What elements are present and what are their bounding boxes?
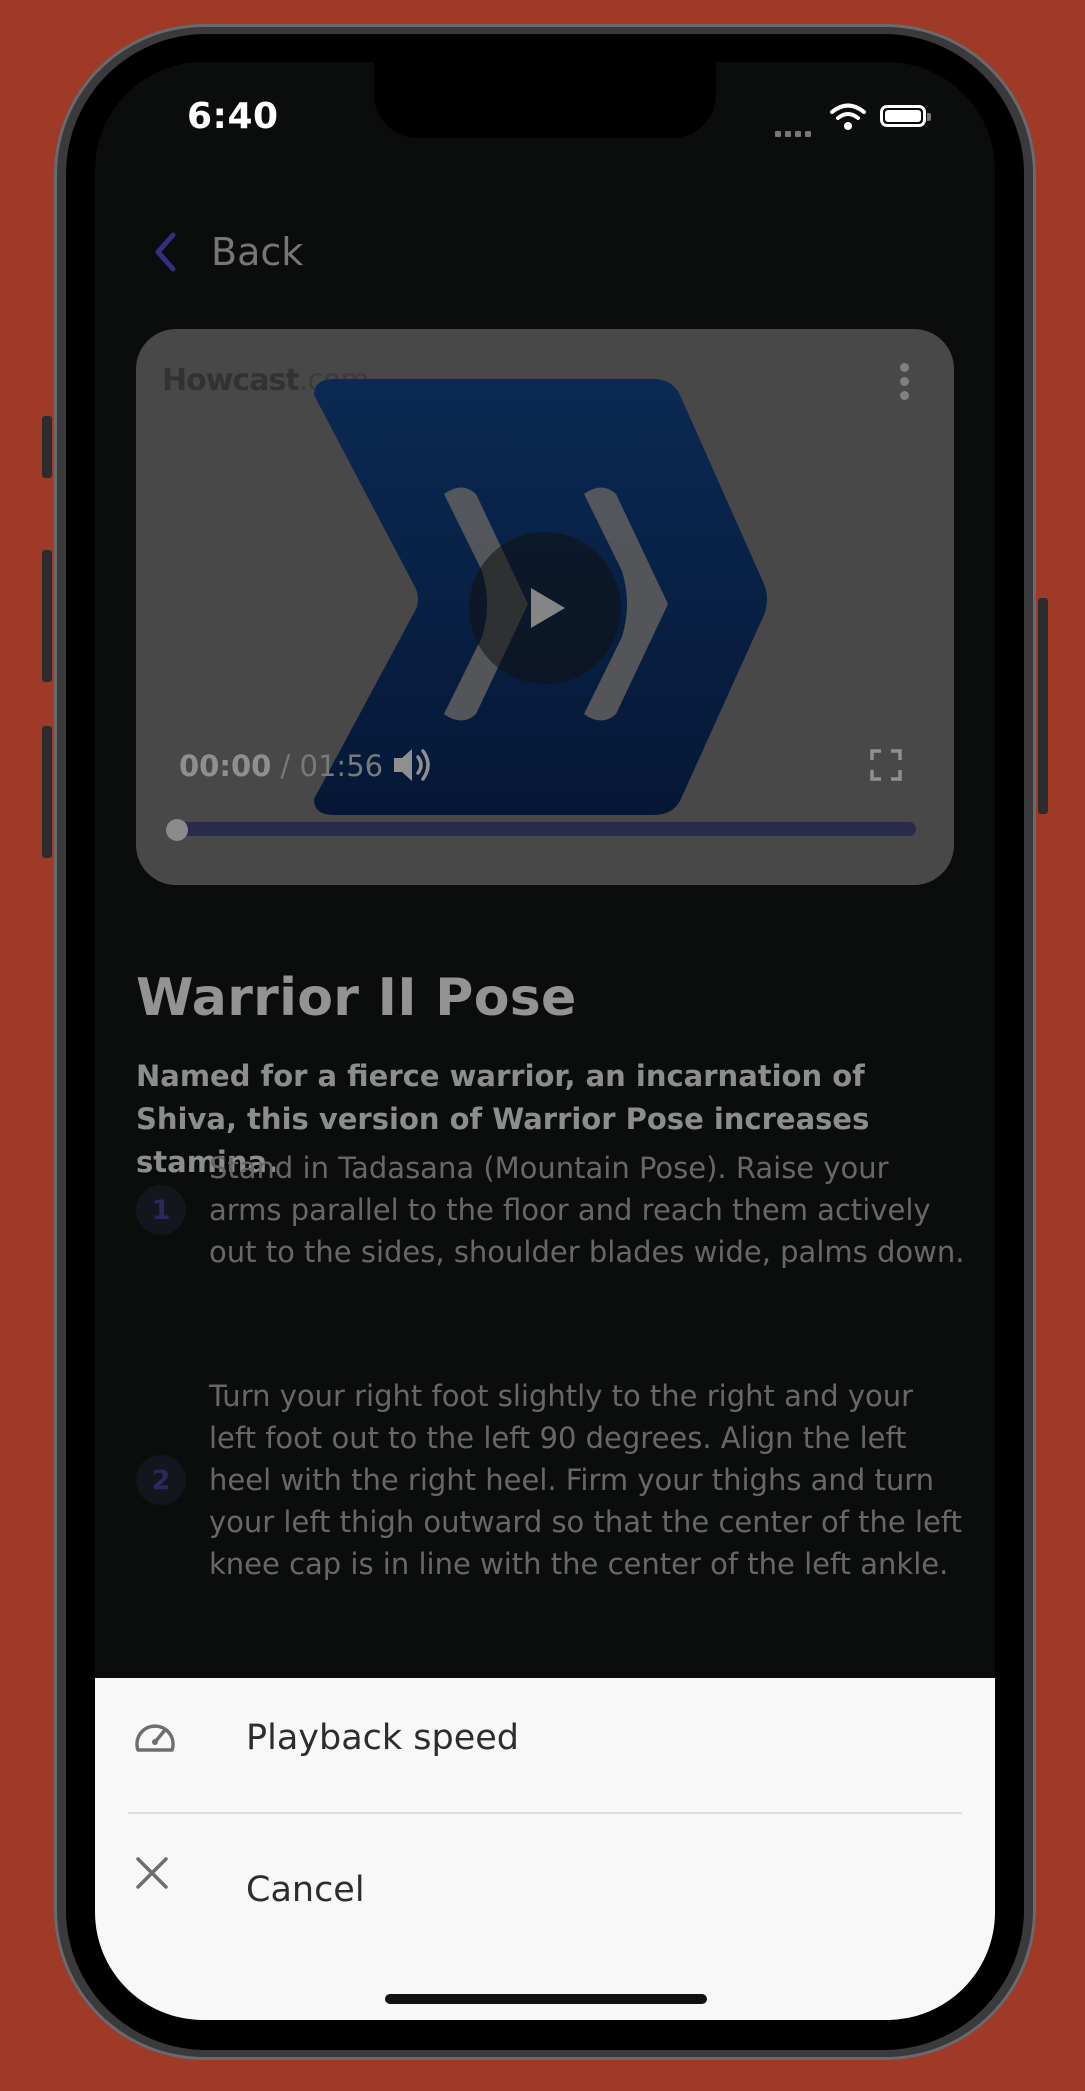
status-time: 6:40: [187, 96, 279, 137]
step-item: 1 Stand in Tadasana (Mountain Pose). Rai…: [136, 1147, 966, 1273]
play-icon: [531, 588, 565, 628]
close-icon: [136, 1857, 168, 1889]
play-button[interactable]: [469, 532, 621, 684]
time-total: 01:56: [299, 749, 384, 783]
volume-up-button: [42, 550, 52, 682]
back-button[interactable]: Back: [153, 230, 303, 274]
playback-speed-label: Playback speed: [246, 1718, 520, 1758]
speedometer-icon: [135, 1724, 175, 1752]
volume-down-button: [42, 726, 52, 858]
fullscreen-icon[interactable]: [870, 749, 902, 781]
time-elapsed: 00:00: [179, 749, 272, 783]
chevron-left-icon: [155, 232, 176, 272]
battery-icon: [880, 105, 931, 127]
cancel-option[interactable]: Cancel: [95, 1814, 995, 1964]
video-time: 00:00 / 01:56: [179, 749, 383, 783]
power-button: [1038, 598, 1048, 814]
wifi-icon: [830, 103, 866, 130]
volume-icon[interactable]: [392, 745, 434, 785]
step-text: Stand in Tadasana (Mountain Pose). Raise…: [209, 1151, 965, 1269]
cancel-label: Cancel: [246, 1870, 365, 1910]
cellular-signal-icon: [775, 122, 815, 141]
dot-icon: [900, 363, 909, 372]
step-text: Turn your right foot slightly to the rig…: [209, 1379, 962, 1581]
notch: [374, 62, 716, 138]
logo-text: Howcast: [162, 363, 300, 398]
video-player[interactable]: Howcast.com: [136, 329, 954, 885]
playback-speed-option[interactable]: Playback speed: [95, 1678, 995, 1828]
more-options-button[interactable]: [900, 363, 910, 405]
progress-thumb[interactable]: [166, 819, 188, 841]
step-item: 2 Turn your right foot slightly to the r…: [136, 1375, 966, 1585]
mute-switch: [42, 416, 52, 478]
step-number-badge: 2: [136, 1455, 186, 1505]
dot-icon: [900, 377, 909, 386]
progress-track[interactable]: [166, 822, 916, 836]
dot-icon: [900, 391, 909, 400]
screen: Back Howcast.com: [95, 62, 995, 2020]
home-indicator: [385, 1994, 707, 2004]
back-label: Back: [211, 230, 304, 274]
action-sheet: Playback speed Cancel: [95, 1678, 995, 2020]
time-separator: /: [271, 749, 300, 783]
step-number-badge: 1: [136, 1185, 186, 1235]
pose-title: Warrior II Pose: [136, 968, 577, 1028]
